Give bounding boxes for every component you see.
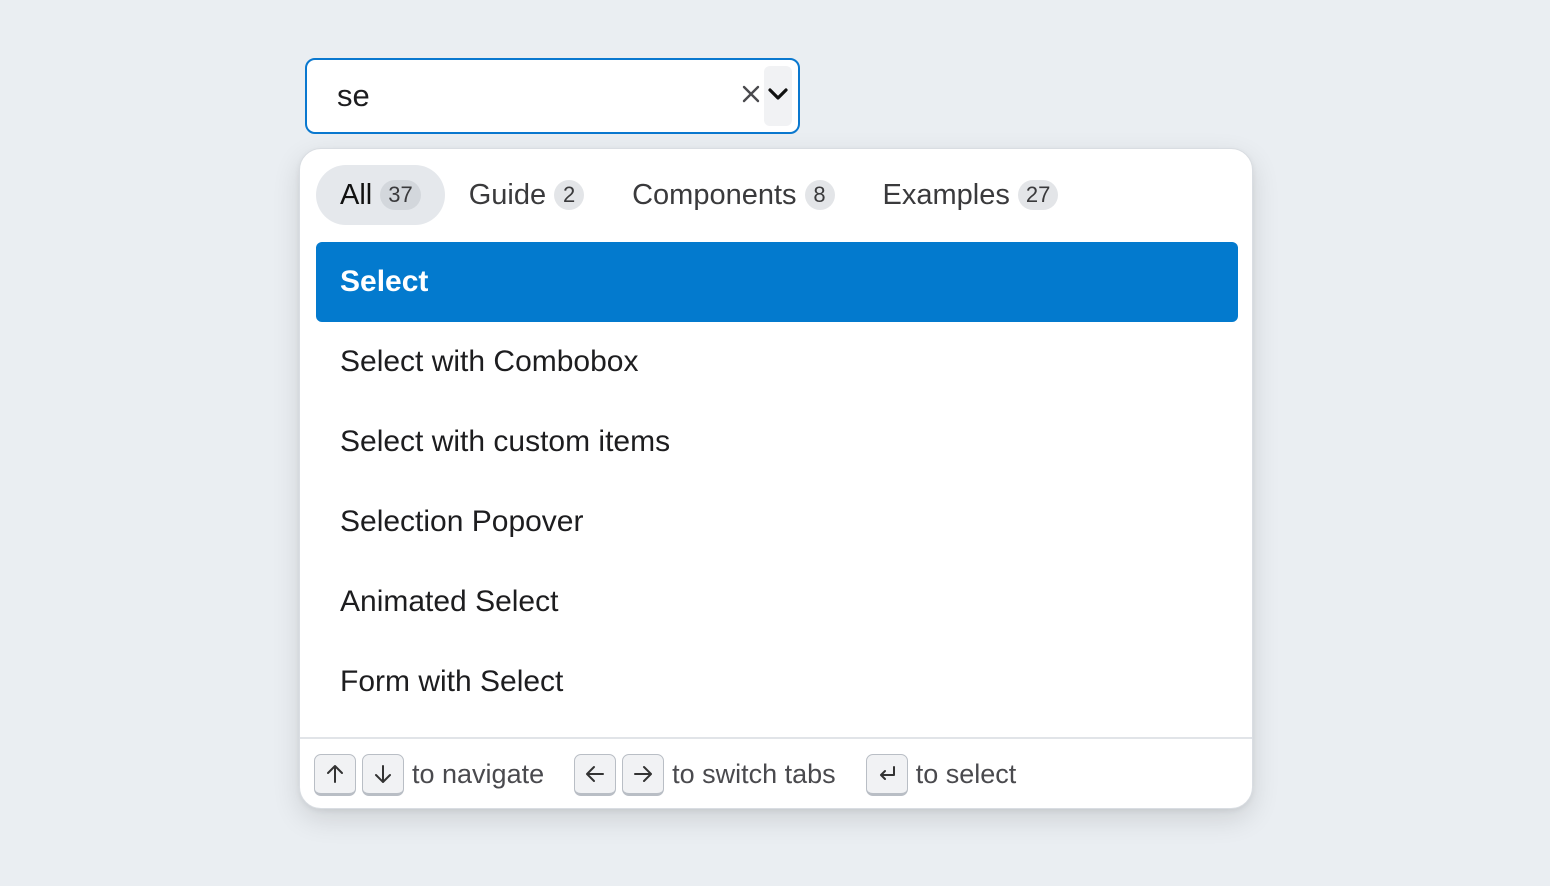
results-list: Select Select with Combobox Select with … <box>316 242 1238 722</box>
tab-guide[interactable]: Guide 2 <box>445 165 608 225</box>
search-input[interactable] <box>307 59 738 133</box>
tab-label: Components <box>632 178 797 211</box>
tab-count-badge: 27 <box>1017 180 1059 210</box>
list-item[interactable]: Select with Combobox <box>316 322 1238 402</box>
tab-examples[interactable]: Examples 27 <box>859 165 1083 225</box>
keyboard-hints: to navigate to switch tabs to select <box>300 737 1252 808</box>
navigate-hint: to navigate <box>412 759 545 789</box>
tab-all[interactable]: All 37 <box>316 165 445 225</box>
arrow-up-icon <box>314 753 356 796</box>
dropdown-toggle-button[interactable] <box>764 66 792 126</box>
tab-label: All <box>340 178 373 211</box>
tab-count-badge: 8 <box>804 180 835 210</box>
list-item[interactable]: Animated Select <box>316 562 1238 642</box>
enter-icon <box>865 753 908 796</box>
tab-list: All 37 Guide 2 Components 8 Examples 27 <box>316 165 1082 225</box>
list-item[interactable]: Select with custom items <box>316 402 1238 482</box>
list-item[interactable]: Select <box>316 242 1238 322</box>
tab-count-badge: 37 <box>380 180 421 210</box>
page: All 37 Guide 2 Components 8 Examples 27 … <box>0 0 1550 886</box>
switch-tabs-hint: to switch tabs <box>672 759 836 789</box>
close-icon <box>741 84 761 109</box>
list-item[interactable]: Form with Select <box>316 642 1238 722</box>
arrow-right-icon <box>622 753 665 796</box>
list-item[interactable]: Selection Popover <box>316 482 1238 562</box>
clear-button[interactable] <box>738 60 764 132</box>
arrow-left-icon <box>574 753 617 796</box>
tab-components[interactable]: Components 8 <box>608 165 858 225</box>
tab-label: Examples <box>882 178 1010 211</box>
tab-label: Guide <box>468 178 547 211</box>
results-popover: All 37 Guide 2 Components 8 Examples 27 … <box>299 148 1253 809</box>
select-hint: to select <box>915 759 1017 789</box>
tab-count-badge: 2 <box>554 180 585 210</box>
arrow-down-icon <box>362 753 404 796</box>
chevron-down-icon <box>767 87 789 106</box>
search-combobox[interactable] <box>305 58 800 134</box>
